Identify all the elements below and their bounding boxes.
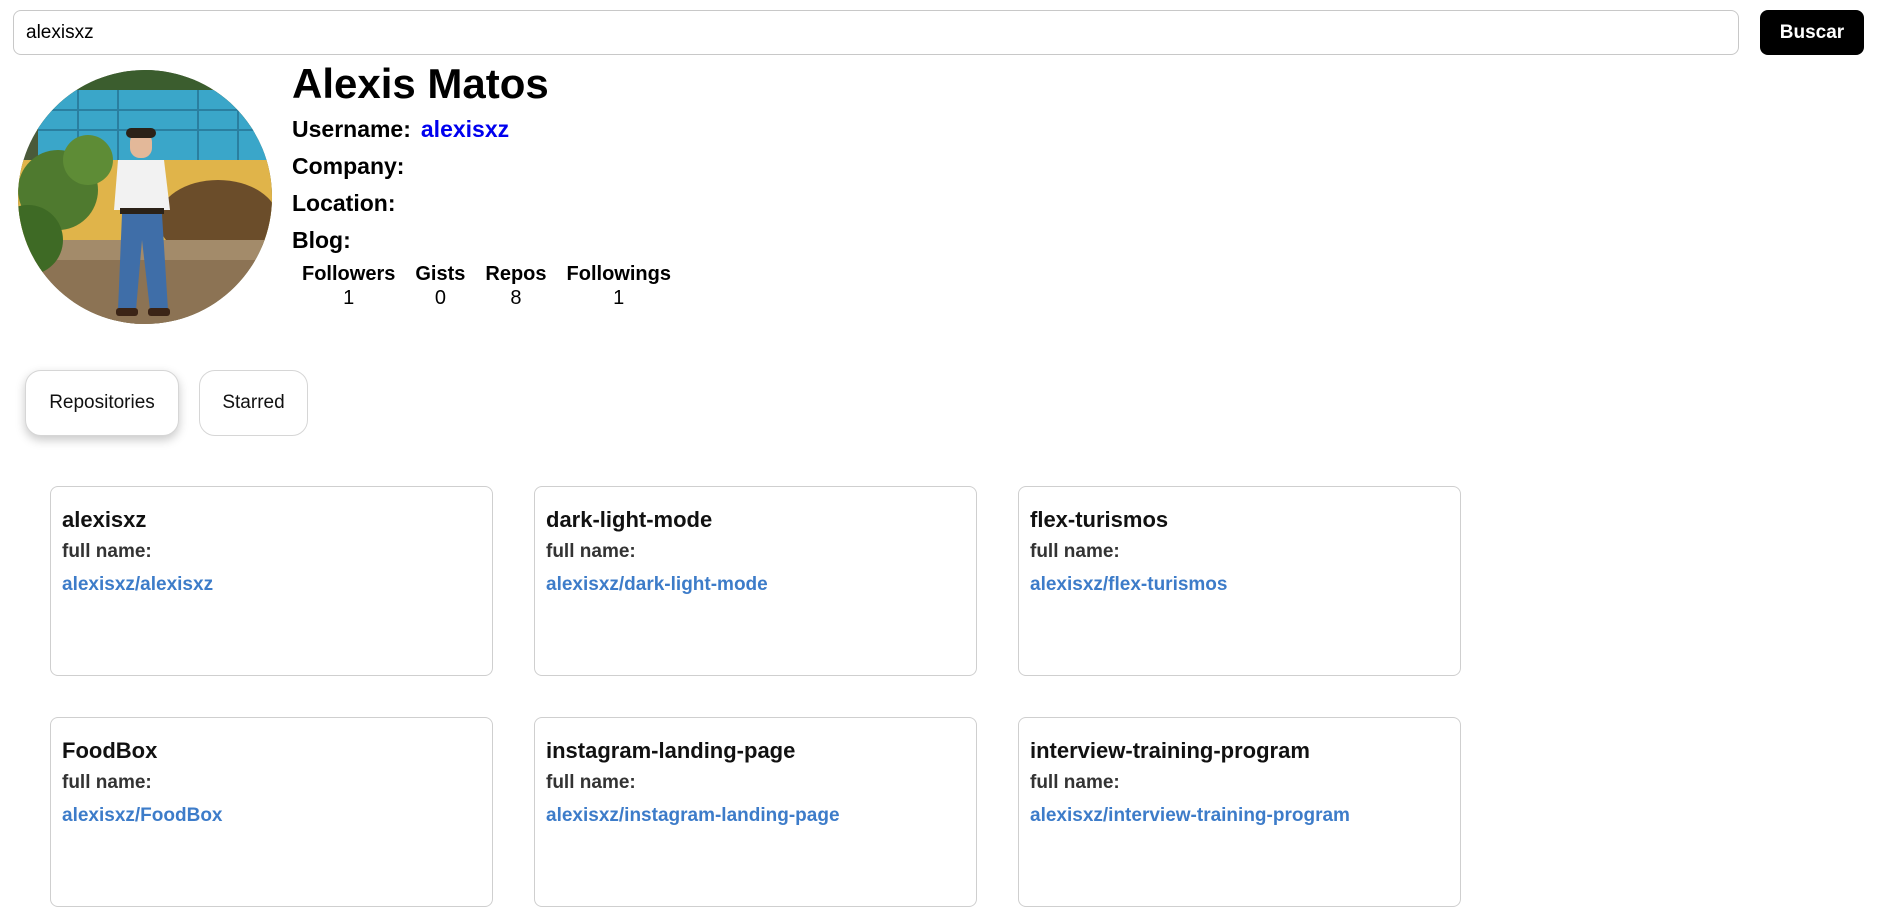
stat-repos: Repos 8 (485, 262, 546, 310)
tab-repositories[interactable]: Repositories (25, 370, 179, 436)
profile-name: Alexis Matos (292, 60, 549, 107)
username-row: Username: alexisxz (292, 114, 509, 144)
stat-value: 1 (343, 287, 355, 309)
stat-gists: Gists 0 (415, 262, 465, 310)
repo-full-name-label: full name: (1030, 541, 1120, 562)
repo-full-name-label: full name: (546, 541, 636, 562)
avatar (18, 70, 272, 324)
stat-label: Followers (302, 263, 396, 285)
stat-label: Followings (566, 263, 671, 285)
repo-card: interview-training-program full name: al… (1018, 717, 1461, 907)
username-label: Username: (292, 116, 411, 142)
repo-full-name-label: full name: (62, 772, 152, 793)
repo-name: instagram-landing-page (546, 738, 796, 763)
search-input[interactable] (13, 10, 1739, 55)
stat-value: 1 (613, 287, 625, 309)
search-button[interactable]: Buscar (1760, 10, 1864, 55)
repo-full-name-link[interactable]: alexisxz/alexisxz (62, 569, 481, 601)
repo-name: flex-turismos (1030, 507, 1169, 532)
company-label: Company: (292, 153, 405, 179)
stat-label: Gists (415, 263, 466, 285)
repo-card: FoodBox full name: alexisxz/FoodBox (50, 717, 493, 907)
company-row: Company: (292, 151, 414, 181)
repo-full-name-link[interactable]: alexisxz/dark-light-mode (546, 569, 965, 601)
stat-value: 8 (510, 287, 522, 309)
repo-card: flex-turismos full name: alexisxz/flex-t… (1018, 486, 1461, 676)
repo-full-name-label: full name: (1030, 772, 1120, 793)
repo-name: alexisxz (62, 507, 147, 532)
repo-name: FoodBox (62, 738, 158, 763)
repo-name: dark-light-mode (546, 507, 713, 532)
repo-card: dark-light-mode full name: alexisxz/dark… (534, 486, 977, 676)
repo-full-name-label: full name: (546, 772, 636, 793)
repo-full-name-link[interactable]: alexisxz/interview-training-program (1030, 800, 1449, 832)
repo-full-name-link[interactable]: alexisxz/flex-turismos (1030, 569, 1449, 601)
repo-full-name-label: full name: (62, 541, 152, 562)
blog-label: Blog: (292, 227, 351, 253)
profile-stats: Followers 1 Gists 0 Repos 8 Followings 1 (302, 262, 671, 310)
repo-card: instagram-landing-page full name: alexis… (534, 717, 977, 907)
stat-followings: Followings 1 (567, 262, 671, 310)
repo-full-name-link[interactable]: alexisxz/FoodBox (62, 800, 481, 832)
location-row: Location: (292, 188, 406, 218)
repo-card: alexisxz full name: alexisxz/alexisxz (50, 486, 493, 676)
stat-label: Repos (485, 263, 547, 285)
repo-full-name-link[interactable]: alexisxz/instagram-landing-page (546, 800, 965, 832)
repo-name: interview-training-program (1030, 738, 1310, 763)
location-label: Location: (292, 190, 396, 216)
stat-value: 0 (434, 287, 446, 309)
tab-starred[interactable]: Starred (199, 370, 308, 436)
username-link[interactable]: alexisxz (421, 114, 509, 144)
blog-row: Blog: (292, 225, 361, 255)
stat-followers: Followers 1 (302, 262, 395, 310)
